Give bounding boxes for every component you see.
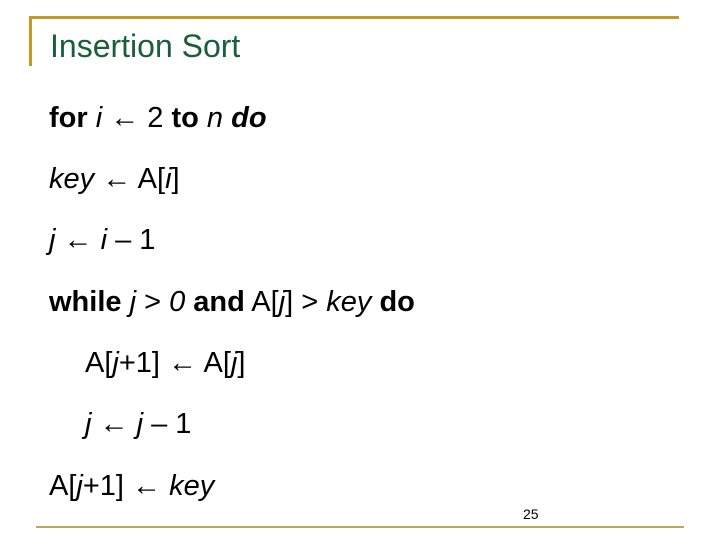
assign-arrow: ←: [55, 224, 101, 256]
keyword-do: do: [231, 102, 267, 134]
greater-than: >: [144, 286, 170, 318]
array-close-gt: ] >: [285, 286, 327, 318]
code-line-for: for i ← 2 to n do: [49, 104, 267, 133]
code-line-j-init: j ← i – 1: [49, 226, 155, 255]
bottom-rule: [36, 526, 684, 528]
page-number: 25: [523, 506, 539, 522]
var-n: n: [198, 102, 232, 134]
array-open: A[: [85, 347, 113, 379]
minus-one: – 1: [143, 408, 192, 440]
code-line-insert: A[j+1] ← key: [49, 472, 214, 501]
keyword-for: for: [49, 102, 88, 134]
code-line-shift: A[j+1] ← A[j]: [85, 349, 245, 378]
array-open: A[: [244, 286, 279, 318]
top-accent-rule: [29, 16, 679, 19]
var-j: j: [121, 286, 145, 318]
keyword-while: while: [49, 286, 122, 318]
var-key: key: [326, 286, 372, 318]
assign-text: +1] ←: [82, 470, 170, 502]
var-key: key: [169, 470, 215, 502]
zero: 0: [169, 286, 186, 318]
keyword-and: and: [193, 286, 245, 318]
bracket-close: ]: [171, 163, 180, 195]
left-accent-rule: [29, 16, 32, 66]
assign-text: +1] ← A[: [118, 347, 231, 379]
code-line-j-decrement: j ← j – 1: [85, 410, 191, 439]
bracket-close: ]: [237, 347, 246, 379]
keyword-do: do: [379, 286, 415, 318]
keyword-to: to: [171, 102, 199, 134]
var-key: key: [49, 163, 95, 195]
assign-text: ← 2: [102, 102, 172, 134]
array-open: A[: [49, 470, 77, 502]
minus-one: – 1: [107, 224, 156, 256]
slide-title: Insertion Sort: [50, 28, 241, 64]
code-line-key: key ← A[i]: [49, 165, 180, 194]
assign-arrow: ←: [91, 408, 137, 440]
code-line-while: while j > 0 and A[j] > key do: [49, 288, 415, 317]
assign-text: ← A[: [94, 163, 166, 195]
